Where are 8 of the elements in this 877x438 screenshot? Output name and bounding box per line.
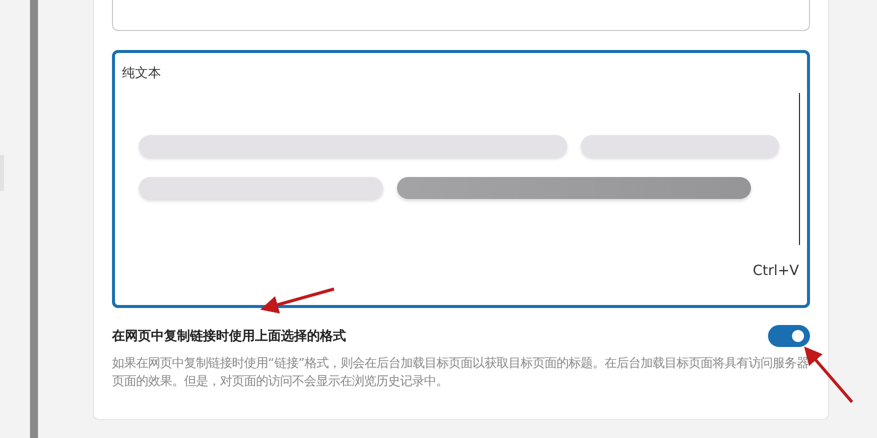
setting-title: 在网页中复制链接时使用上面选择的格式	[112, 328, 346, 345]
shortcut-label: Ctrl+V	[752, 263, 799, 279]
option-label: 纯文本	[122, 65, 161, 82]
scrollbar[interactable]	[30, 0, 38, 438]
format-option[interactable]: 纯文本 Ctrl+V	[112, 50, 810, 308]
toggle-switch[interactable]	[768, 325, 810, 347]
setting-description: 如果在网页中复制链接时使用“链接”格式，则会在后台加载目标页面以获取目标页面的标题。在后台加载目标页面将具有访问服务器页面的效果。但是，对页面的访问不会显示在浏览历史记录中。	[112, 355, 810, 390]
format-option[interactable]	[112, 0, 810, 31]
